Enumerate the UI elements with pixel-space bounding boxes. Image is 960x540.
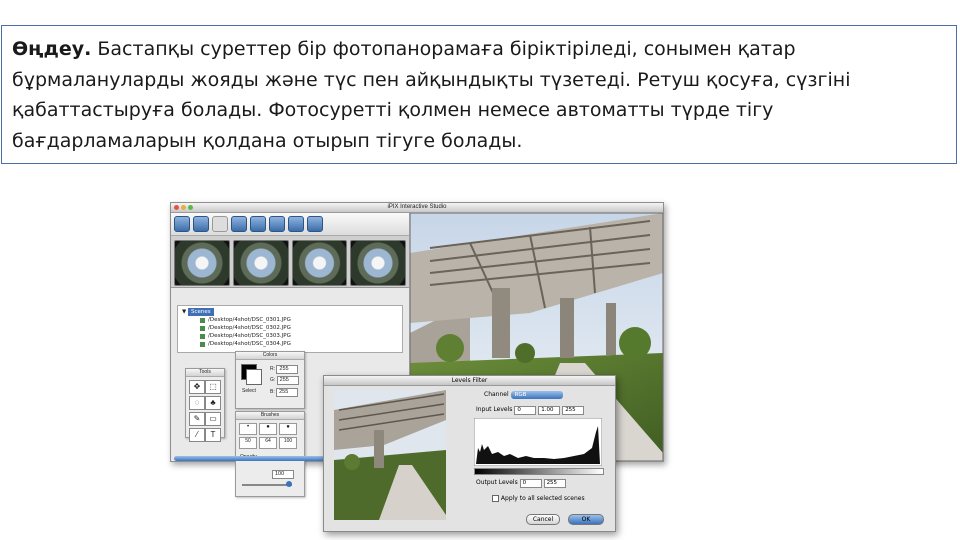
preview-icon[interactable] (288, 216, 304, 232)
input-white-field[interactable]: 255 (562, 406, 585, 415)
brush-size[interactable]: 100 (279, 437, 297, 449)
save-icon[interactable] (193, 216, 209, 232)
red-field[interactable]: 255 (276, 365, 299, 374)
window-controls[interactable] (174, 205, 193, 210)
minimize-icon[interactable] (181, 205, 186, 210)
opacity-slider[interactable] (242, 484, 292, 486)
file-icon (200, 333, 205, 339)
brush-preset[interactable]: • (239, 423, 257, 435)
marquee-tool-icon[interactable]: ⬚ (205, 380, 221, 394)
output-levels-row: Output Levels 0 255 (476, 479, 566, 488)
file-path: /Desktop/4shot/DSC_0303.JPG (208, 333, 291, 339)
list-item[interactable]: /Desktop/4shot/DSC_0303.JPG (182, 332, 398, 340)
description-body: Бастапқы суреттер бір фотопанорамаға бір… (12, 38, 851, 152)
tree-root[interactable]: ▼ Scenes (182, 308, 398, 316)
channel-select[interactable]: RGB (510, 391, 563, 399)
input-black-field[interactable]: 0 (514, 406, 537, 415)
background-swatch[interactable] (246, 369, 262, 385)
apply-all-checkbox[interactable] (492, 495, 499, 502)
publish-icon[interactable] (307, 216, 323, 232)
brushes-palette: Brushes • ● ● 50 64 100 Opacity 100 (235, 411, 305, 497)
blue-field[interactable]: 255 (276, 388, 299, 397)
file-icon (200, 341, 205, 347)
dialog-title: Levels Filter (324, 376, 615, 386)
list-item[interactable]: /Desktop/4shot/DSC_0302.JPG (182, 324, 398, 332)
opacity-slider-thumb[interactable] (286, 481, 292, 487)
tools-palette: Tools ✥ ⬚ ◌ ♣ ✎ ▭ ⁄ T (185, 368, 225, 442)
apply-all-row: Apply to all selected scenes (492, 495, 585, 502)
levels-filter-dialog: Levels Filter Channel RGB Input Levels 0… (323, 375, 616, 532)
scene-thumbnail[interactable] (174, 240, 230, 286)
close-icon[interactable] (174, 205, 179, 210)
tools-palette-title: Tools (186, 369, 224, 377)
ok-button[interactable]: OK (568, 514, 604, 525)
apply-all-label: Apply to all selected scenes (500, 495, 585, 502)
file-icon (200, 317, 205, 323)
channel-row: Channel RGB (484, 391, 563, 399)
tree-root-label: Scenes (187, 308, 214, 316)
stamp-tool-icon[interactable]: ♣ (205, 396, 221, 410)
app-titlebar: iPIX Interactive Studio (171, 203, 663, 213)
file-tree: ▼ Scenes /Desktop/4shot/DSC_0301.JPG /De… (177, 305, 403, 353)
scene-thumbnail[interactable] (350, 240, 406, 286)
app-toolbar (171, 213, 409, 236)
scene-thumbnails (171, 236, 409, 288)
text-tool-icon[interactable]: T (205, 428, 221, 442)
colors-palette: Colors R: 255 G: 255 Select B: 255 (235, 351, 305, 409)
histogram[interactable] (474, 418, 602, 466)
brush-preset[interactable]: ● (279, 423, 297, 435)
output-black-field[interactable]: 0 (519, 479, 542, 488)
tool-grid: ✥ ⬚ ◌ ♣ ✎ ▭ ⁄ T (186, 377, 224, 445)
brush-grid: • ● ● 50 64 100 (236, 420, 304, 452)
list-item[interactable]: /Desktop/4shot/DSC_0304.JPG (182, 340, 398, 348)
input-gradient-slider[interactable] (474, 468, 604, 475)
lead-word: Өңдеу. (12, 38, 92, 60)
brushes-palette-title: Brushes (236, 412, 304, 420)
move-tool-icon[interactable]: ✥ (189, 380, 205, 394)
output-white-field[interactable]: 255 (543, 479, 566, 488)
separator-icon (212, 216, 228, 232)
eraser-tool-icon[interactable]: ▭ (205, 412, 221, 426)
brush-tool-icon[interactable]: ✎ (189, 412, 205, 426)
levels-preview-photo (334, 390, 446, 520)
description-textbox: Өңдеу. Бастапқы суреттер бір фотопанорам… (1, 25, 957, 164)
colors-palette-title: Colors (236, 352, 304, 360)
green-field[interactable]: 255 (276, 376, 299, 385)
brush-size[interactable]: 50 (239, 437, 257, 449)
cancel-button[interactable]: Cancel (526, 514, 560, 525)
brush-preset[interactable]: ● (259, 423, 277, 435)
levels-preview (334, 390, 446, 520)
file-path: /Desktop/4shot/DSC_0304.JPG (208, 341, 291, 347)
output-levels-label: Output Levels (476, 479, 518, 486)
file-path: /Desktop/4shot/DSC_0302.JPG (208, 325, 291, 331)
file-icon (200, 325, 205, 331)
stitch-icon[interactable] (250, 216, 266, 232)
export-icon[interactable] (269, 216, 285, 232)
import-icon[interactable] (231, 216, 247, 232)
lasso-tool-icon[interactable]: ◌ (189, 396, 205, 410)
channel-label: Channel (484, 391, 509, 398)
input-levels-label: Input Levels (476, 406, 513, 413)
app-title: iPIX Interactive Studio (387, 204, 447, 210)
list-item[interactable]: /Desktop/4shot/DSC_0301.JPG (182, 316, 398, 324)
scene-thumbnail[interactable] (291, 240, 348, 286)
zoom-icon[interactable] (188, 205, 193, 210)
brush-size[interactable]: 64 (259, 437, 277, 449)
eyedropper-tool-icon[interactable]: ⁄ (189, 428, 205, 442)
scene-thumbnail[interactable] (232, 240, 289, 286)
open-icon[interactable] (174, 216, 190, 232)
select-label[interactable]: Select (242, 388, 256, 394)
input-gamma-field[interactable]: 1.00 (538, 406, 561, 415)
opacity-field[interactable]: 100 (272, 470, 294, 479)
input-levels-row: Input Levels 0 1.00 255 (476, 406, 585, 415)
file-path: /Desktop/4shot/DSC_0301.JPG (208, 317, 291, 323)
